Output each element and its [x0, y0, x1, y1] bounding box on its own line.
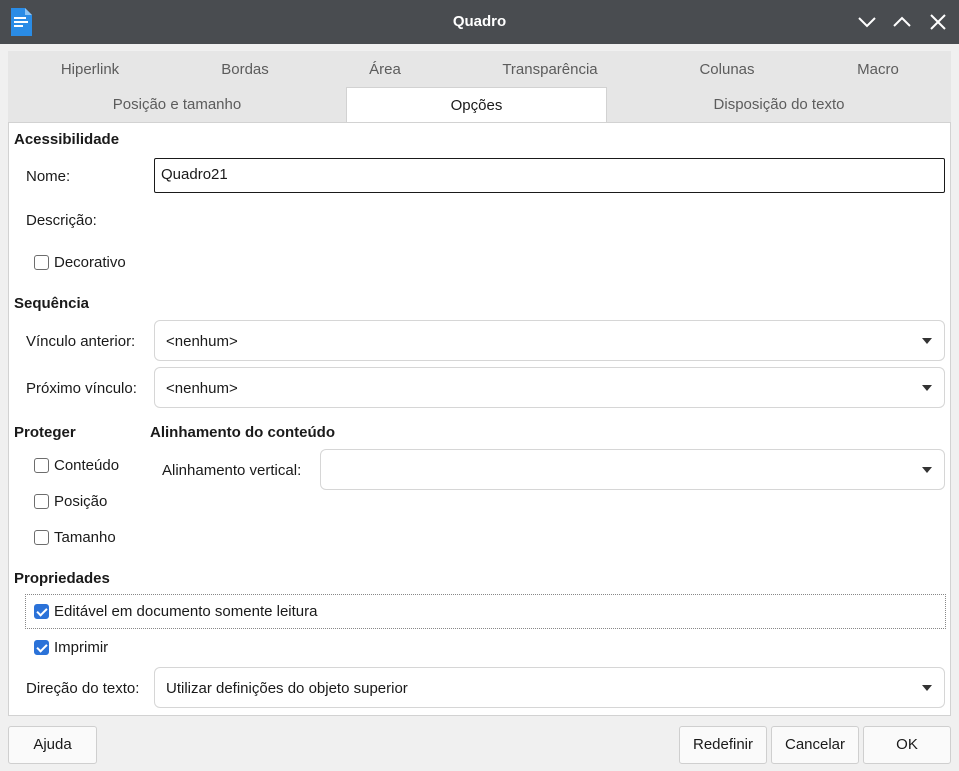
editable-readonly-checkbox[interactable]: Editável em documento somente leitura [34, 603, 317, 620]
text-direction-value: Utilizar definições do objeto superior [166, 680, 408, 697]
close-icon[interactable] [926, 10, 950, 34]
next-link-value: <nenhum> [166, 380, 238, 397]
protect-heading: Proteger [14, 424, 76, 441]
help-button[interactable]: Ajuda [8, 726, 97, 764]
next-link-dropdown[interactable]: <nenhum> [154, 367, 945, 408]
tab-transparency[interactable]: Transparência [490, 53, 610, 87]
vertical-alignment-label: Alinhamento vertical: [162, 462, 302, 479]
checkbox-box[interactable] [34, 255, 49, 270]
checkbox-box[interactable] [34, 604, 49, 619]
chevron-down-icon [922, 684, 932, 691]
tab-hyperlink[interactable]: Hiperlink [40, 53, 140, 87]
editable-readonly-label: Editável em documento somente leitura [54, 603, 318, 620]
vertical-alignment-dropdown[interactable] [320, 449, 945, 490]
reset-button[interactable]: Redefinir [679, 726, 767, 764]
protect-position-label: Posição [54, 493, 108, 510]
next-link-label: Próximo vínculo: [26, 380, 137, 397]
name-field[interactable]: Quadro21 [154, 158, 945, 193]
chevron-down-icon [922, 384, 932, 391]
print-checkbox[interactable]: Imprimir [34, 639, 108, 656]
cancel-button[interactable]: Cancelar [771, 726, 859, 764]
prev-link-label: Vínculo anterior: [26, 333, 136, 350]
protect-size-label: Tamanho [54, 529, 116, 546]
tab-borders[interactable]: Bordas [195, 53, 295, 87]
decorative-checkbox[interactable]: Decorativo [34, 254, 126, 271]
print-label: Imprimir [54, 639, 109, 656]
properties-heading: Propriedades [14, 570, 110, 587]
alignment-heading: Alinhamento do conteúdo [150, 424, 335, 441]
decorative-label: Decorativo [54, 254, 126, 271]
tab-position-size[interactable]: Posição e tamanho [8, 88, 346, 122]
chevron-down-icon [922, 466, 932, 473]
checkbox-box[interactable] [34, 640, 49, 655]
tab-wrap[interactable]: Disposição do texto [607, 88, 951, 122]
protect-size-checkbox[interactable]: Tamanho [34, 529, 116, 546]
protect-position-checkbox[interactable]: Posição [34, 493, 107, 510]
window-title: Quadro [452, 13, 507, 30]
protect-content-label: Conteúdo [54, 457, 120, 474]
name-label: Nome: [26, 168, 71, 185]
text-direction-label: Direção do texto: [26, 680, 140, 697]
checkbox-box[interactable] [34, 530, 49, 545]
prev-link-value: <nenhum> [166, 333, 238, 350]
maximize-icon[interactable] [890, 10, 914, 34]
sequence-heading: Sequência [14, 295, 90, 312]
chevron-down-icon [922, 337, 932, 344]
minimize-icon[interactable] [855, 10, 879, 34]
tab-columns[interactable]: Colunas [677, 53, 777, 87]
checkbox-box[interactable] [34, 458, 49, 473]
tab-area[interactable]: Área [335, 53, 435, 87]
tab-macro[interactable]: Macro [828, 53, 928, 87]
prev-link-dropdown[interactable]: <nenhum> [154, 320, 945, 361]
checkbox-box[interactable] [34, 494, 49, 509]
description-label: Descrição: [26, 212, 97, 229]
protect-content-checkbox[interactable]: Conteúdo [34, 457, 119, 474]
accessibility-heading: Acessibilidade [14, 131, 120, 148]
ok-button[interactable]: OK [863, 726, 951, 764]
tab-options[interactable]: Opções [346, 87, 607, 123]
title-bar: Quadro [0, 0, 959, 44]
text-direction-dropdown[interactable]: Utilizar definições do objeto superior [154, 667, 945, 708]
